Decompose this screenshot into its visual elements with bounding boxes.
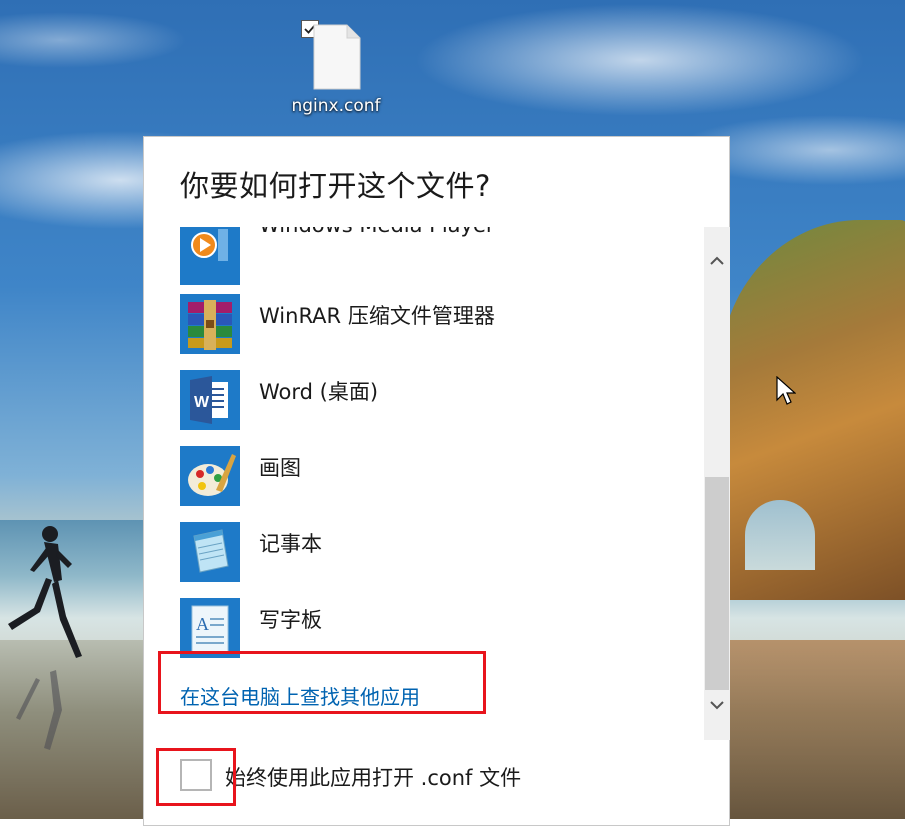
always-use-label: 始终使用此应用打开 .conf 文件 bbox=[225, 766, 522, 790]
open-with-dialog: 你要如何打开这个文件? Windows Media Player bbox=[143, 136, 730, 826]
mouse-cursor-icon bbox=[776, 376, 796, 405]
app-item-paint[interactable]: 画图 bbox=[180, 446, 700, 508]
media-player-icon bbox=[180, 227, 240, 285]
file-name-label: nginx.conf bbox=[291, 96, 381, 116]
scrollbar-thumb[interactable] bbox=[705, 477, 729, 690]
wordpad-icon: A bbox=[180, 598, 240, 658]
winrar-icon bbox=[180, 294, 240, 354]
notepad-icon bbox=[180, 522, 240, 582]
app-label: Windows Media Player bbox=[259, 227, 495, 237]
app-list-scrollbar[interactable] bbox=[704, 227, 730, 740]
annotation-box-checkbox bbox=[156, 748, 236, 806]
scroll-up-button[interactable] bbox=[704, 249, 730, 275]
dialog-title: 你要如何打开这个文件? bbox=[180, 169, 491, 203]
desktop-file-nginx-conf[interactable]: nginx.conf bbox=[283, 18, 389, 122]
wallpaper-rock-reflection bbox=[730, 640, 905, 819]
document-icon bbox=[313, 24, 361, 90]
app-label: Word (桌面) bbox=[259, 380, 379, 404]
svg-text:W: W bbox=[194, 394, 210, 411]
app-label: 画图 bbox=[259, 456, 301, 480]
svg-text:A: A bbox=[196, 614, 209, 634]
chevron-down-icon bbox=[710, 701, 724, 710]
app-label: 记事本 bbox=[259, 532, 322, 556]
app-item-windows-media-player[interactable]: Windows Media Player bbox=[180, 227, 700, 287]
word-icon: W bbox=[180, 370, 240, 430]
scroll-down-button[interactable] bbox=[704, 693, 730, 719]
paint-icon bbox=[180, 446, 240, 506]
chevron-up-icon bbox=[710, 256, 724, 265]
annotation-box-find-link bbox=[158, 651, 486, 714]
wallpaper-runner bbox=[8, 526, 82, 750]
always-use-row[interactable]: 始终使用此应用打开 .conf 文件 bbox=[180, 759, 700, 799]
app-item-word[interactable]: W Word (桌面) bbox=[180, 370, 700, 432]
wallpaper-rock-arch bbox=[745, 500, 815, 570]
app-item-notepad[interactable]: 记事本 bbox=[180, 522, 700, 584]
app-item-winrar[interactable]: WinRAR 压缩文件管理器 bbox=[180, 294, 700, 356]
app-label: 写字板 bbox=[259, 608, 322, 632]
app-label: WinRAR 压缩文件管理器 bbox=[259, 304, 495, 328]
